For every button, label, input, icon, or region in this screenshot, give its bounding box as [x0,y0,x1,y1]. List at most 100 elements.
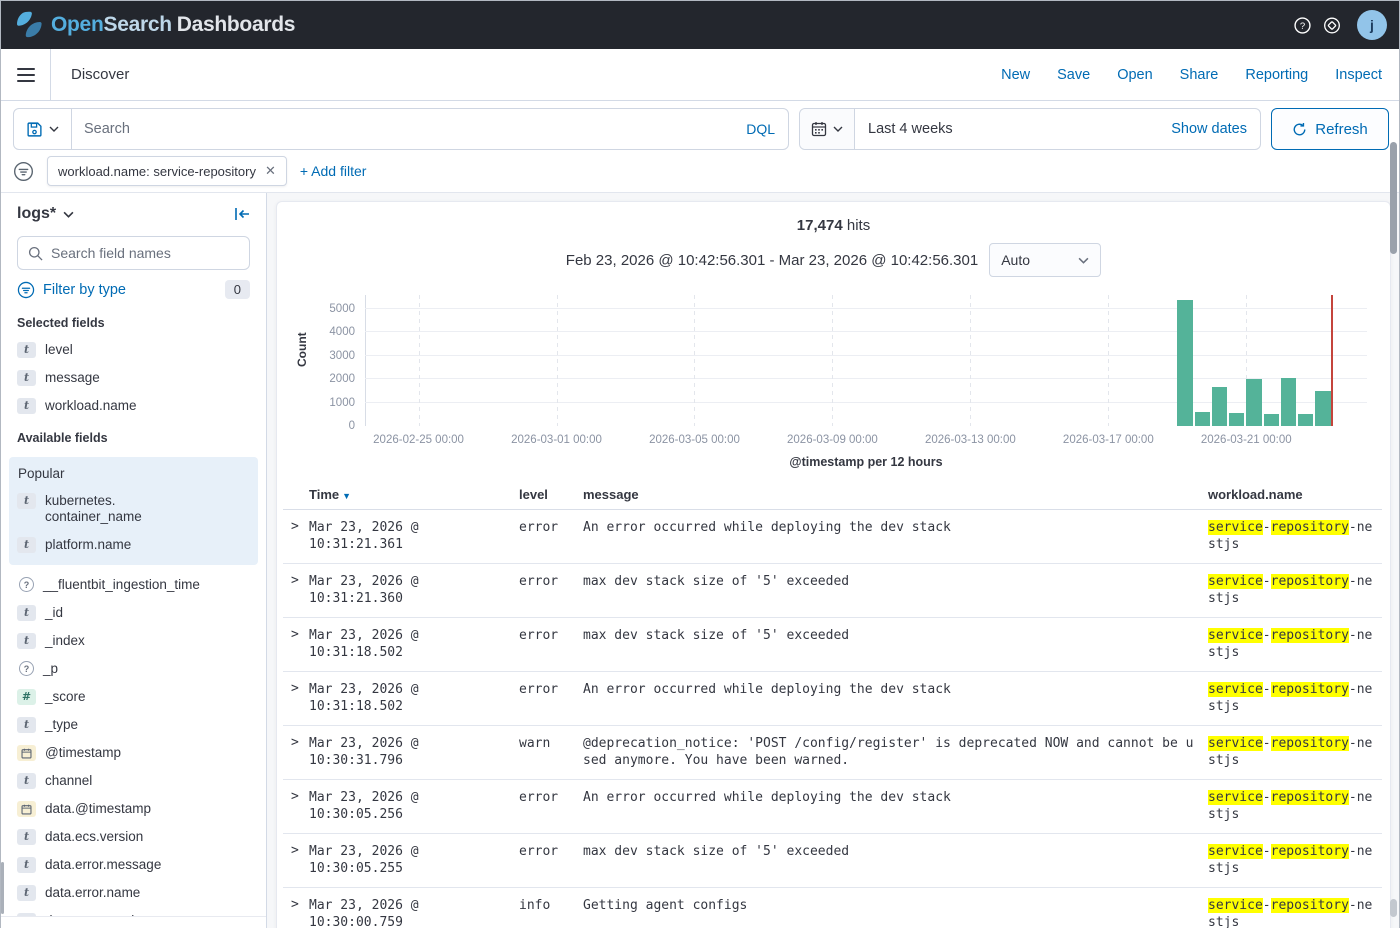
x-tick-label: 2026-03-05 00:00 [649,434,740,446]
saved-query-menu-button[interactable] [14,109,72,149]
available-fields-heading: Available fields [17,431,250,445]
field-item--fluentbit-ingestion-time[interactable]: ?__fluentbit_ingestion_time [17,577,250,593]
page-scrollbar-thumb-secondary[interactable] [1390,899,1397,917]
nav-link-inspect[interactable]: Inspect [1335,67,1382,83]
field-name: data.ecs.version [45,829,143,845]
field-item-data-error-name[interactable]: tdata.error.name [17,885,250,901]
menu-icon[interactable] [1,49,51,100]
filter-list-icon[interactable] [13,161,34,182]
cell-time: Mar 23, 2026 @ 10:31:18.502 [309,627,519,661]
date-picker-menu-button[interactable] [800,109,855,149]
nav-link-reporting[interactable]: Reporting [1245,67,1308,83]
table-row[interactable]: >Mar 23, 2026 @ 10:30:00.759infoGetting … [283,888,1382,928]
field-item--score[interactable]: #_score [17,689,250,705]
field-search-input[interactable] [51,245,239,261]
time-range-value[interactable]: Last 4 weeks [855,121,1171,137]
index-pattern-select[interactable]: logs* [17,205,56,223]
page-scrollbar-thumb[interactable] [1390,142,1397,254]
histogram-bar[interactable] [1264,414,1279,426]
field-name: _p [43,661,58,677]
app-title: OpenSearchDashboards [51,13,295,37]
expand-row-icon[interactable]: > [283,897,309,912]
cell-workload-name: service-repository-nestjs [1208,789,1382,823]
expand-row-icon[interactable]: > [283,573,309,588]
field-item-channel[interactable]: tchannel [17,773,250,789]
search-input[interactable] [72,121,733,137]
field-item-message[interactable]: tmessage [17,370,250,386]
histogram-chart[interactable]: Count 0100020003000400050002026-02-25 00… [293,291,1374,469]
nav-link-new[interactable]: New [1001,67,1030,83]
interval-select[interactable]: Auto [989,243,1101,277]
sidebar-scrollbar[interactable] [1,862,4,914]
field-item--index[interactable]: t_index [17,633,250,649]
histogram-bar[interactable] [1298,414,1313,426]
search-icon [28,246,43,261]
opensearch-logo[interactable]: OpenSearchDashboards [15,11,295,39]
table-row[interactable]: >Mar 23, 2026 @ 10:31:18.502errormax dev… [283,618,1382,672]
content-area: logs* Filter by type 0 Selected fields t… [1,193,1399,928]
table-row[interactable]: >Mar 23, 2026 @ 10:30:31.796warn@depreca… [283,726,1382,780]
add-filter-button[interactable]: + Add filter [300,163,367,179]
table-row[interactable]: >Mar 23, 2026 @ 10:31:18.502errorAn erro… [283,672,1382,726]
table-row[interactable]: >Mar 23, 2026 @ 10:30:05.255errormax dev… [283,834,1382,888]
highlighted-term: repository [1271,682,1349,697]
field-item-workload-name[interactable]: tworkload.name [17,398,250,414]
field-item--p[interactable]: ?_p [17,661,250,677]
filter-by-type[interactable]: Filter by type 0 [17,280,250,299]
cell-time: Mar 23, 2026 @ 10:30:05.256 [309,789,519,823]
histogram-bar[interactable] [1281,378,1296,426]
field-item--type[interactable]: t_type [17,717,250,733]
expand-row-icon[interactable]: > [283,843,309,858]
table-row[interactable]: >Mar 23, 2026 @ 10:31:21.361errorAn erro… [283,510,1382,564]
cell-workload-name: service-repository-nestjs [1208,519,1382,553]
collapse-sidebar-icon[interactable] [234,207,250,221]
cell-message: max dev stack size of '5' exceeded [583,627,1208,644]
column-header-level[interactable]: level [519,487,583,502]
field-item-data-timestamp[interactable]: data.@timestamp [17,801,250,817]
nav-link-save[interactable]: Save [1057,67,1090,83]
histogram-bar[interactable] [1212,387,1227,426]
column-header-workload[interactable]: workload.name [1208,487,1382,502]
field-item--id[interactable]: t_id [17,605,250,621]
nav-link-open[interactable]: Open [1117,67,1152,83]
histogram-bar[interactable] [1177,300,1192,426]
column-header-time[interactable]: Time▼ [309,487,519,502]
help-icon[interactable]: ? [1293,16,1311,34]
query-language-button[interactable]: DQL [733,121,788,137]
keyboard-shortcuts-icon[interactable] [1323,16,1341,34]
expand-row-icon[interactable]: > [283,735,309,750]
expand-row-icon[interactable]: > [283,681,309,696]
field-item--timestamp[interactable]: @timestamp [17,745,250,761]
table-row[interactable]: >Mar 23, 2026 @ 10:31:21.360errormax dev… [283,564,1382,618]
histogram-bar[interactable] [1246,379,1261,426]
field-item-kubernetes-container-name[interactable]: tkubernetes.container_name [17,493,250,525]
gridline [365,378,1367,379]
table-row[interactable]: >Mar 23, 2026 @ 10:30:05.256errorAn erro… [283,780,1382,834]
nav-link-share[interactable]: Share [1180,67,1219,83]
histogram-plot-area[interactable]: 0100020003000400050002026-02-25 00:00202… [365,295,1367,426]
remove-filter-icon[interactable]: ✕ [265,163,276,179]
user-avatar[interactable]: j [1357,10,1387,40]
expand-row-icon[interactable]: > [283,519,309,534]
date-field-icon [17,801,36,817]
field-item-platform-name[interactable]: tplatform.name [17,537,250,553]
histogram-bar[interactable] [1195,412,1210,426]
expand-row-icon[interactable]: > [283,627,309,642]
column-header-message[interactable]: message [583,487,1208,502]
histogram-bar[interactable] [1315,391,1330,426]
field-item-level[interactable]: tlevel [17,342,250,358]
refresh-button[interactable]: Refresh [1271,108,1389,150]
string-field-icon: t [17,493,36,509]
field-item-data-error-message[interactable]: tdata.error.message [17,857,250,873]
field-item-data-ecs-version[interactable]: tdata.ecs.version [17,829,250,845]
sort-desc-icon[interactable]: ▼ [342,491,351,501]
show-dates-button[interactable]: Show dates [1171,121,1260,137]
expand-row-icon[interactable]: > [283,789,309,804]
histogram-bar[interactable] [1229,413,1244,426]
x-tick-label: 2026-02-25 00:00 [373,434,464,446]
string-field-icon: t [17,342,36,358]
cell-time: Mar 23, 2026 @ 10:30:00.759 [309,897,519,928]
cell-time: Mar 23, 2026 @ 10:30:05.255 [309,843,519,877]
filter-pill[interactable]: workload.name: service-repository ✕ [47,156,287,186]
field-name: data.error.message [45,857,161,873]
